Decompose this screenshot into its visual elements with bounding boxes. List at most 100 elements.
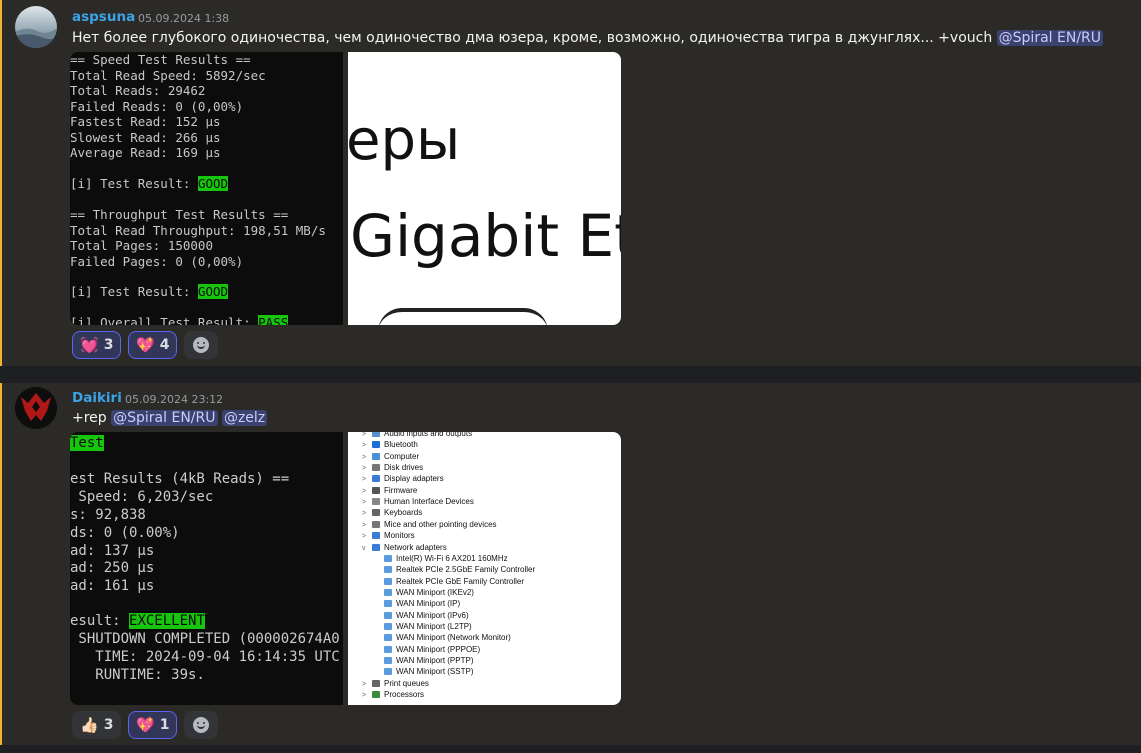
device-manager-item[interactable]: WAN Miniport (Network Monitor) [374, 632, 511, 643]
device-manager-item[interactable]: > Keyboards [362, 507, 422, 518]
chevron-icon[interactable]: > [362, 531, 372, 542]
result-good-badge: GOOD [197, 284, 229, 299]
terminal-text: [i] Overall Test Result: [70, 315, 259, 325]
reaction-sparkling-heart[interactable]: 💖 4 [128, 331, 178, 359]
device-manager-item[interactable]: WAN Miniport (PPPOE) [374, 644, 480, 655]
device-label: WAN Miniport (SSTP) [396, 667, 474, 677]
attachment-device-manager-screenshot[interactable]: > Audio inputs and outputs > Bluetooth > Comp… [348, 432, 621, 705]
sparkling-heart-emoji-icon: 💖 [136, 715, 155, 734]
terminal-text: [i] Test Result: [70, 176, 198, 191]
device-icon [384, 645, 392, 653]
author-name[interactable]: Daikiri [72, 390, 122, 406]
device-icon [372, 486, 380, 494]
chevron-icon[interactable]: v [362, 543, 372, 554]
result-excellent-badge: EXCELLENT [129, 613, 205, 629]
device-icon [384, 554, 392, 562]
device-manager-item[interactable]: > Bluetooth [362, 439, 418, 450]
terminal-line: s: 92,838 [70, 507, 146, 523]
device-icon [372, 441, 380, 449]
terminal-line: Total Read Throughput: 198,51 MB/s [70, 222, 326, 238]
device-label: Human Interface Devices [384, 497, 474, 507]
terminal-line: Test [70, 435, 104, 451]
device-manager-item[interactable]: Realtek PCIe GbE Family Controller [374, 576, 524, 587]
terminal-line: Total Read Speed: 5892/sec [70, 67, 266, 83]
reaction-thumbs-up[interactable]: 👍🏻 3 [72, 711, 122, 739]
avatar[interactable] [15, 6, 57, 48]
attachment-terminal-screenshot[interactable]: == Speed Test Results == Total Read Spee… [70, 52, 343, 325]
chevron-icon[interactable]: > [362, 520, 372, 531]
device-manager-item[interactable]: WAN Miniport (L2TP) [374, 621, 472, 632]
device-manager-item[interactable]: > Human Interface Devices [362, 496, 474, 507]
reaction-count: 4 [159, 337, 170, 353]
terminal-text: [i] Test Result: [70, 284, 198, 299]
attachment-zoomed-text-image[interactable]: еры Gigabit Et [348, 52, 621, 325]
avatar[interactable] [15, 387, 57, 429]
device-manager-item[interactable]: v Network adapters [362, 542, 447, 553]
reaction-count: 1 [159, 717, 170, 733]
device-label: Firmware [384, 485, 418, 495]
terminal-text: esult: [70, 613, 130, 629]
device-manager-item[interactable]: Intel(R) Wi-Fi 6 AX201 160MHz [374, 553, 508, 564]
device-manager-item[interactable]: > Display adapters [362, 473, 444, 484]
device-label: Processors [384, 690, 425, 700]
chevron-icon[interactable]: > [362, 679, 372, 690]
add-reaction-button[interactable] [184, 331, 218, 359]
terminal-line: Failed Reads: 0 (0,00%) [70, 98, 244, 114]
device-manager-item[interactable]: > Audio inputs and outputs [362, 432, 472, 439]
terminal-line: [i] Overall Test Result: PASS [70, 315, 289, 325]
chevron-icon[interactable]: > [362, 497, 372, 508]
add-reaction-button[interactable] [184, 711, 218, 739]
device-manager-item[interactable]: > Print queues [362, 678, 429, 689]
chevron-icon[interactable]: > [362, 452, 372, 463]
author-name[interactable]: aspsuna [72, 9, 135, 25]
device-icon [384, 566, 392, 574]
chevron-icon[interactable]: > [362, 690, 372, 701]
device-manager-item[interactable]: > Processors [362, 689, 424, 700]
chevron-icon[interactable]: > [362, 440, 372, 451]
device-label: Audio inputs and outputs [384, 432, 473, 438]
reaction-sparkling-heart[interactable]: 💖 1 [128, 711, 178, 739]
device-manager-item[interactable]: > Computer [362, 451, 419, 462]
mention-spiral[interactable]: @Spiral EN/RU [996, 30, 1104, 46]
device-label: WAN Miniport (L2TP) [396, 621, 472, 631]
reaction-heart-pulse[interactable]: 💓 3 [72, 331, 122, 359]
device-icon [372, 543, 380, 551]
device-icon [372, 475, 380, 483]
device-manager-item[interactable]: > Monitors [362, 530, 415, 541]
attachment-terminal-screenshot[interactable]: Test est Results (4kB Reads) == Speed: 6… [70, 432, 343, 705]
device-manager-item[interactable]: WAN Miniport (SSTP) [374, 666, 474, 677]
message-content: Нет более глубокого одиночества, чем оди… [72, 30, 1104, 46]
chevron-icon[interactable]: > [362, 463, 372, 474]
device-manager-item[interactable]: WAN Miniport (IP) [374, 598, 460, 609]
terminal-line: [i] Test Result: GOOD [70, 176, 229, 191]
zoomed-text: Gigabit Et [350, 202, 621, 270]
device-icon [384, 657, 392, 664]
device-label: Display adapters [384, 474, 444, 484]
message-daikiri: Daikiri 05.09.2024 23:12 +rep @Spiral EN… [0, 383, 1141, 745]
device-icon [384, 600, 392, 608]
mention-zelz[interactable]: @zelz [221, 410, 268, 426]
message-timestamp: 05.09.2024 23:12 [125, 393, 224, 406]
mention-spiral[interactable]: @Spiral EN/RU [111, 410, 218, 426]
reaction-count: 3 [103, 717, 114, 733]
device-icon [384, 588, 392, 596]
terminal-line: SHUTDOWN COMPLETED (000002674A0 [70, 631, 340, 647]
device-manager-item[interactable]: WAN Miniport (IKEv2) [374, 587, 474, 598]
device-label: Realtek PCIe 2.5GbE Family Controller [396, 565, 536, 575]
device-manager-item[interactable]: Realtek PCIe 2.5GbE Family Controller [374, 564, 535, 575]
result-good-badge: GOOD [197, 176, 229, 191]
terminal-line: Slowest Read: 266 µs [70, 129, 221, 145]
chevron-icon[interactable]: > [362, 474, 372, 485]
device-label: Computer [384, 451, 420, 461]
device-manager-item[interactable]: WAN Miniport (IPv6) [374, 610, 469, 621]
terminal-line: Total Pages: 150000 [70, 238, 213, 253]
device-manager-item[interactable]: > Disk drives [362, 462, 423, 473]
device-icon [372, 691, 380, 699]
chevron-icon[interactable]: > [362, 486, 372, 497]
device-manager-item[interactable]: > Mice and other pointing devices [362, 519, 497, 530]
device-icon [372, 532, 380, 540]
device-icon [372, 498, 380, 506]
device-manager-item[interactable]: WAN Miniport (PPTP) [374, 655, 474, 666]
chevron-icon[interactable]: > [362, 508, 372, 519]
device-manager-item[interactable]: > Firmware [362, 485, 417, 496]
